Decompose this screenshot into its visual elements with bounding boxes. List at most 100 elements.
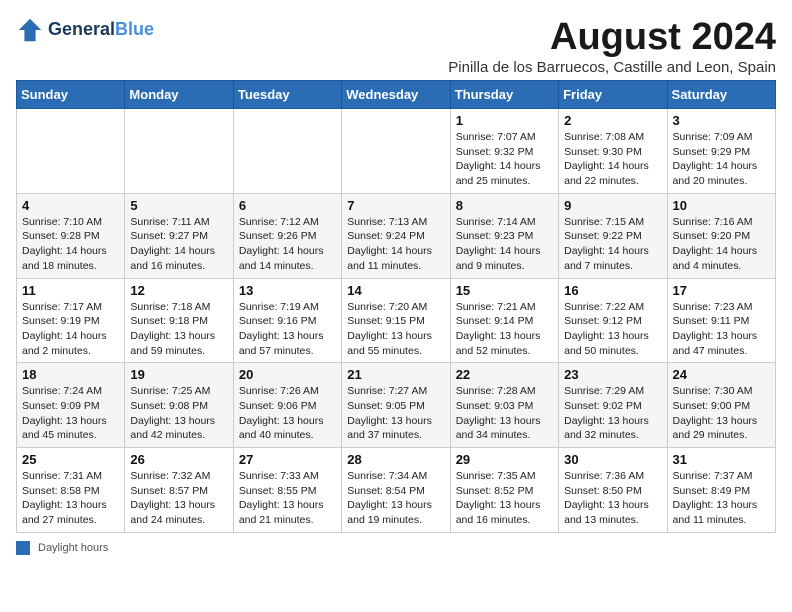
column-header-thursday: Thursday — [450, 81, 558, 109]
calendar-cell: 13Sunrise: 7:19 AM Sunset: 9:16 PM Dayli… — [233, 278, 341, 363]
day-number: 3 — [673, 113, 770, 128]
day-number: 9 — [564, 198, 661, 213]
day-number: 29 — [456, 452, 553, 467]
day-number: 25 — [22, 452, 119, 467]
calendar-cell: 5 Sunrise: 7:11 AM Sunset: 9:27 PM Daylig… — [125, 193, 233, 278]
calendar-cell: 11 Sunrise: 7:17 AM Sunset: 9:19 PM Dayli… — [17, 278, 125, 363]
day-info: Sunrise: 7:21 AM Sunset: 9:14 PM Dayligh… — [456, 300, 553, 359]
day-number: 20 — [239, 367, 336, 382]
calendar-cell: 20 Sunrise: 7:26 AM Sunset: 9:06 PM Dayli… — [233, 363, 341, 448]
calendar-footer: Daylight hours — [16, 541, 776, 555]
day-number: 30 — [564, 452, 661, 467]
day-info: Sunrise: 7:14 AM Sunset: 9:23 PM Dayligh… — [456, 215, 553, 274]
day-number: 1 — [456, 113, 553, 128]
column-header-saturday: Saturday — [667, 81, 775, 109]
calendar-cell: 6 Sunrise: 7:12 AM Sunset: 9:26 PM Daylig… — [233, 193, 341, 278]
day-info: Sunrise: 7:23 AM Sunset: 9:11 PM Dayligh… — [673, 300, 770, 359]
day-info: Sunrise: 7:17 AM Sunset: 9:19 PM Dayligh… — [22, 300, 119, 359]
calendar-cell: 9 Sunrise: 7:15 AM Sunset: 9:22 PM Daylig… — [559, 193, 667, 278]
day-number: 12 — [130, 283, 227, 298]
calendar-cell: 2 Sunrise: 7:08 AM Sunset: 9:30 PM Daylig… — [559, 109, 667, 194]
calendar-cell: 7Sunrise: 7:13 AM Sunset: 9:24 PM Daylig… — [342, 193, 450, 278]
day-number: 14 — [347, 283, 444, 298]
day-info: Sunrise: 7:18 AM Sunset: 9:18 PM Dayligh… — [130, 300, 227, 359]
day-info: Sunrise: 7:37 AM Sunset: 8:49 PM Dayligh… — [673, 469, 770, 528]
day-number: 2 — [564, 113, 661, 128]
calendar-week-row: 18Sunrise: 7:24 AM Sunset: 9:09 PM Dayli… — [17, 363, 776, 448]
day-info: Sunrise: 7:16 AM Sunset: 9:20 PM Dayligh… — [673, 215, 770, 274]
calendar-cell — [17, 109, 125, 194]
calendar-cell — [342, 109, 450, 194]
calendar-cell: 27Sunrise: 7:33 AM Sunset: 8:55 PM Dayli… — [233, 448, 341, 533]
calendar-cell: 10 Sunrise: 7:16 AM Sunset: 9:20 PM Dayli… — [667, 193, 775, 278]
calendar-subtitle: Pinilla de los Barruecos, Castille and L… — [448, 59, 776, 76]
column-header-monday: Monday — [125, 81, 233, 109]
day-number: 4 — [22, 198, 119, 213]
page-header: GeneralBlue August 2024 Pinilla de los B… — [16, 16, 776, 76]
day-number: 18 — [22, 367, 119, 382]
calendar-week-row: 11 Sunrise: 7:17 AM Sunset: 9:19 PM Dayli… — [17, 278, 776, 363]
day-info: Sunrise: 7:26 AM Sunset: 9:06 PM Dayligh… — [239, 384, 336, 443]
day-number: 22 — [456, 367, 553, 382]
day-info: Sunrise: 7:15 AM Sunset: 9:22 PM Dayligh… — [564, 215, 661, 274]
calendar-cell: 19Sunrise: 7:25 AM Sunset: 9:08 PM Dayli… — [125, 363, 233, 448]
calendar-cell: 16Sunrise: 7:22 AM Sunset: 9:12 PM Dayli… — [559, 278, 667, 363]
daylight-label: Daylight hours — [38, 542, 108, 554]
day-number: 28 — [347, 452, 444, 467]
column-header-wednesday: Wednesday — [342, 81, 450, 109]
day-number: 26 — [130, 452, 227, 467]
calendar-cell: 1 Sunrise: 7:07 AM Sunset: 9:32 PM Daylig… — [450, 109, 558, 194]
calendar-header-row: SundayMondayTuesdayWednesdayThursdayFrid… — [17, 81, 776, 109]
calendar-cell: 14Sunrise: 7:20 AM Sunset: 9:15 PM Dayli… — [342, 278, 450, 363]
day-info: Sunrise: 7:31 AM Sunset: 8:58 PM Dayligh… — [22, 469, 119, 528]
calendar-cell: 25 Sunrise: 7:31 AM Sunset: 8:58 PM Dayli… — [17, 448, 125, 533]
day-number: 19 — [130, 367, 227, 382]
calendar-cell: 8 Sunrise: 7:14 AM Sunset: 9:23 PM Daylig… — [450, 193, 558, 278]
day-info: Sunrise: 7:12 AM Sunset: 9:26 PM Dayligh… — [239, 215, 336, 274]
day-number: 5 — [130, 198, 227, 213]
calendar-cell: 22 Sunrise: 7:28 AM Sunset: 9:03 PM Dayli… — [450, 363, 558, 448]
day-info: Sunrise: 7:09 AM Sunset: 9:29 PM Dayligh… — [673, 130, 770, 189]
day-number: 7 — [347, 198, 444, 213]
column-header-tuesday: Tuesday — [233, 81, 341, 109]
calendar-cell: 21Sunrise: 7:27 AM Sunset: 9:05 PM Dayli… — [342, 363, 450, 448]
calendar-cell: 28 Sunrise: 7:34 AM Sunset: 8:54 PM Dayli… — [342, 448, 450, 533]
day-info: Sunrise: 7:22 AM Sunset: 9:12 PM Dayligh… — [564, 300, 661, 359]
day-number: 24 — [673, 367, 770, 382]
calendar-week-row: 25 Sunrise: 7:31 AM Sunset: 8:58 PM Dayli… — [17, 448, 776, 533]
day-number: 6 — [239, 198, 336, 213]
day-info: Sunrise: 7:36 AM Sunset: 8:50 PM Dayligh… — [564, 469, 661, 528]
title-block: August 2024 Pinilla de los Barruecos, Ca… — [448, 16, 776, 76]
logo: GeneralBlue — [16, 16, 154, 44]
logo-text: GeneralBlue — [48, 20, 154, 40]
day-number: 31 — [673, 452, 770, 467]
day-info: Sunrise: 7:08 AM Sunset: 9:30 PM Dayligh… — [564, 130, 661, 189]
day-number: 17 — [673, 283, 770, 298]
day-number: 10 — [673, 198, 770, 213]
day-number: 11 — [22, 283, 119, 298]
calendar-title: August 2024 — [448, 16, 776, 59]
calendar-cell: 23Sunrise: 7:29 AM Sunset: 9:02 PM Dayli… — [559, 363, 667, 448]
daylight-swatch — [16, 541, 30, 555]
logo-icon — [16, 16, 44, 44]
calendar-cell — [233, 109, 341, 194]
day-info: Sunrise: 7:10 AM Sunset: 9:28 PM Dayligh… — [22, 215, 119, 274]
calendar-cell: 31 Sunrise: 7:37 AM Sunset: 8:49 PM Dayli… — [667, 448, 775, 533]
calendar-cell: 18Sunrise: 7:24 AM Sunset: 9:09 PM Dayli… — [17, 363, 125, 448]
column-header-sunday: Sunday — [17, 81, 125, 109]
calendar-week-row: 1 Sunrise: 7:07 AM Sunset: 9:32 PM Daylig… — [17, 109, 776, 194]
day-number: 13 — [239, 283, 336, 298]
day-info: Sunrise: 7:33 AM Sunset: 8:55 PM Dayligh… — [239, 469, 336, 528]
calendar-cell — [125, 109, 233, 194]
day-info: Sunrise: 7:34 AM Sunset: 8:54 PM Dayligh… — [347, 469, 444, 528]
day-info: Sunrise: 7:11 AM Sunset: 9:27 PM Dayligh… — [130, 215, 227, 274]
column-header-friday: Friday — [559, 81, 667, 109]
day-info: Sunrise: 7:32 AM Sunset: 8:57 PM Dayligh… — [130, 469, 227, 528]
day-info: Sunrise: 7:28 AM Sunset: 9:03 PM Dayligh… — [456, 384, 553, 443]
calendar-week-row: 4 Sunrise: 7:10 AM Sunset: 9:28 PM Daylig… — [17, 193, 776, 278]
calendar-cell: 4 Sunrise: 7:10 AM Sunset: 9:28 PM Daylig… — [17, 193, 125, 278]
calendar-cell: 29Sunrise: 7:35 AM Sunset: 8:52 PM Dayli… — [450, 448, 558, 533]
day-info: Sunrise: 7:30 AM Sunset: 9:00 PM Dayligh… — [673, 384, 770, 443]
day-info: Sunrise: 7:07 AM Sunset: 9:32 PM Dayligh… — [456, 130, 553, 189]
day-number: 8 — [456, 198, 553, 213]
